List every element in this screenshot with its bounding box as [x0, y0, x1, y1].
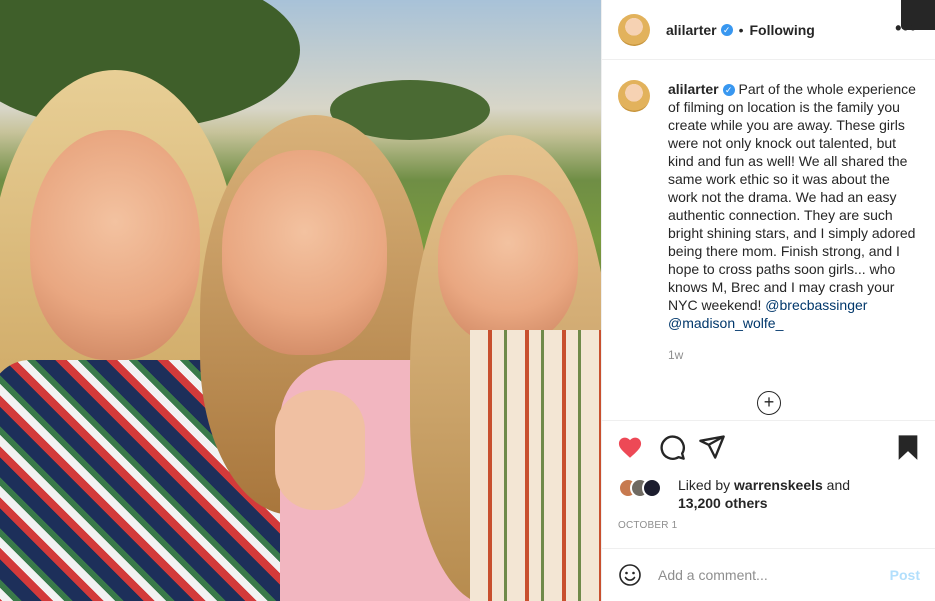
header-separator: •	[738, 21, 744, 38]
post-caption: alilarter ✓ Part of the whole experience …	[602, 60, 935, 420]
post-comment-button[interactable]: Post	[890, 567, 920, 583]
caption-text: Part of the whole experience of filming …	[668, 81, 916, 313]
liker-avatars[interactable]	[618, 478, 670, 498]
author-username[interactable]: alilarter	[666, 22, 717, 38]
comment-input[interactable]	[658, 567, 890, 583]
verified-badge-icon: ✓	[720, 23, 733, 36]
caption-author-avatar[interactable]	[618, 80, 650, 112]
heart-icon[interactable]	[616, 433, 644, 461]
more-options-icon[interactable]: •••	[895, 18, 917, 39]
mention-link-madison-wolfe[interactable]: @madison_wolfe_	[668, 315, 783, 331]
likes-summary: Liked by warrenskeels and 13,200 others	[618, 476, 850, 512]
share-icon[interactable]	[698, 433, 726, 461]
mention-link-brecbassinger[interactable]: @brecbassinger	[765, 297, 867, 313]
bookmark-icon[interactable]	[894, 433, 922, 461]
post-modal: alilarter ✓ • Following ••• alilarter ✓ P…	[0, 0, 935, 601]
likes-others-count[interactable]: 13,200 others	[678, 495, 768, 511]
caption-author-username[interactable]: alilarter	[668, 81, 719, 97]
photo-person-middle-face	[222, 150, 387, 355]
photo-person-right-face	[438, 175, 578, 345]
photo-person-middle-hand	[275, 390, 365, 510]
liker-username[interactable]: warrenskeels	[734, 477, 823, 493]
following-button[interactable]: Following	[750, 22, 815, 38]
caption-age: 1w	[668, 348, 684, 362]
post-date[interactable]: OCTOBER 1	[618, 520, 677, 531]
post-photo[interactable]	[0, 0, 601, 601]
photo-person-right-shirt	[470, 330, 601, 601]
post-sidebar: alilarter ✓ • Following ••• alilarter ✓ P…	[601, 0, 935, 601]
author-avatar[interactable]	[618, 13, 650, 46]
action-bar	[602, 420, 935, 472]
plus-circle-icon[interactable]: +	[757, 391, 781, 415]
likes-prefix: Liked by	[678, 477, 735, 493]
caption-verified-badge-icon: ✓	[722, 84, 735, 96]
add-comment-section: Post	[602, 548, 935, 601]
post-header: alilarter ✓ • Following •••	[602, 0, 935, 60]
liker-avatar	[642, 478, 662, 498]
smile-icon[interactable]	[618, 563, 642, 587]
caption-body: alilarter ✓ Part of the whole experience …	[668, 80, 919, 420]
comment-icon[interactable]	[658, 433, 686, 461]
photo-person-left-face	[30, 130, 200, 360]
likes-text: Liked by warrenskeels and 13,200 others	[678, 476, 850, 512]
likes-and: and	[822, 477, 851, 493]
